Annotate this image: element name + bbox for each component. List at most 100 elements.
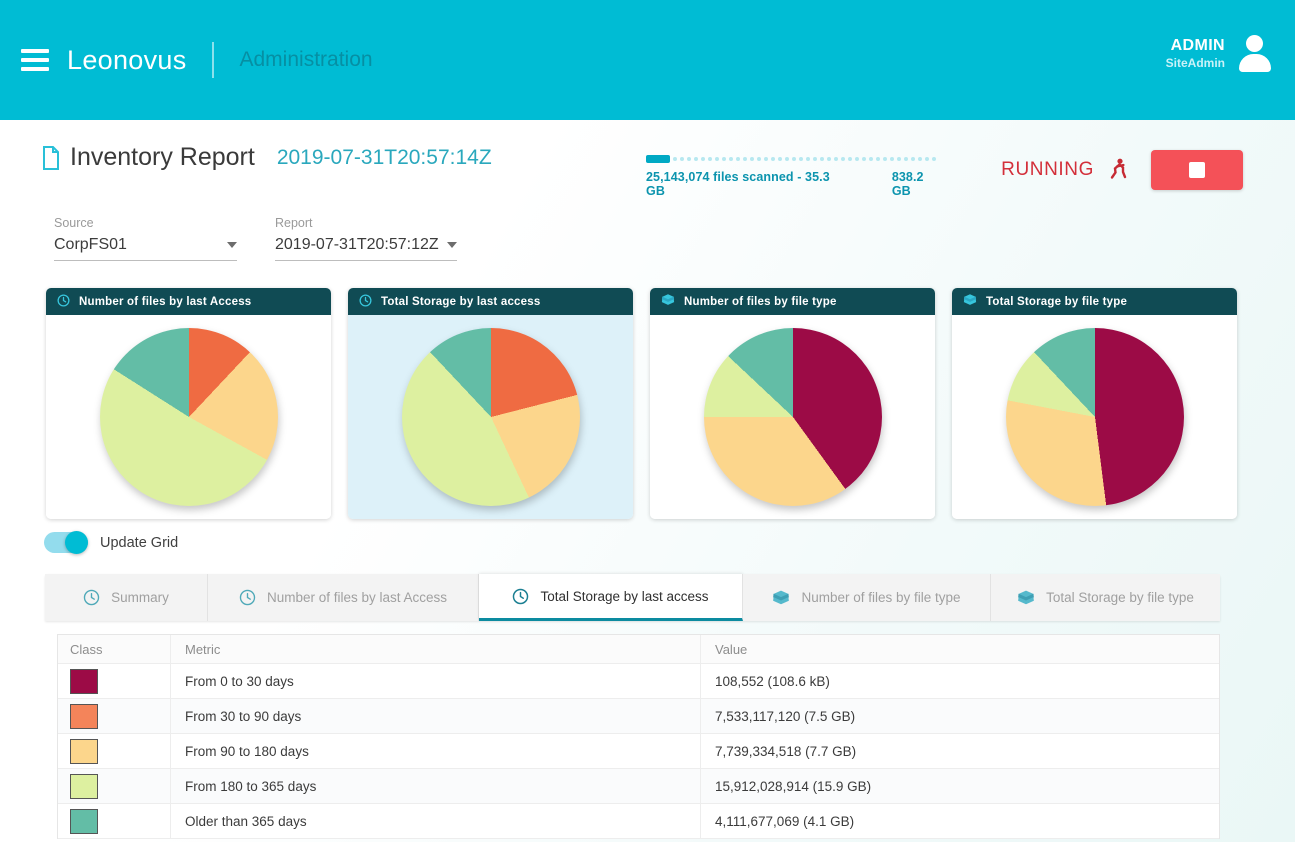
pie-chart-2 [401,328,580,506]
tab-label: Number of files by file type [801,590,961,605]
update-grid-toggle[interactable] [44,531,88,554]
report-select[interactable]: Report 2019-07-31T20:57:12Z [275,216,457,261]
layers-icon [963,293,977,310]
column-header-value: Value [700,635,1219,663]
source-value: CorpFS01 [54,236,127,253]
value-cell: 7,739,334,518 (7.7 GB) [700,734,1219,768]
tab-label: Total Storage by file type [1046,590,1194,605]
chart-card-files-by-last-access[interactable]: Number of files by last Access [46,288,331,519]
chart-card-body [650,315,935,519]
tab-storage-by-file-type[interactable]: Total Storage by file type [991,574,1220,621]
header-divider [211,42,214,78]
source-select[interactable]: Source CorpFS01 [54,216,237,261]
metric-cell: From 0 to 30 days [170,664,700,698]
chart-card-storage-by-file-type[interactable]: Total Storage by file type [952,288,1237,519]
report-label: Report [275,216,313,230]
value-cell: 7,533,117,120 (7.5 GB) [700,699,1219,733]
stop-button[interactable] [1151,150,1243,190]
value-cell: 108,552 (108.6 kB) [700,664,1219,698]
section-title: Administration [239,48,373,71]
chart-card-storage-by-last-access[interactable]: Total Storage by last access [348,288,633,519]
tab-storage-by-last-access[interactable]: Total Storage by last access [479,574,743,621]
class-color-swatch [70,668,98,694]
chart-card-title: Number of files by last Access [79,295,252,308]
layers-icon [1017,589,1035,607]
chart-card-title: Total Storage by last access [381,295,541,308]
brand-logo[interactable]: Leonovus [67,45,187,76]
class-color-swatch [70,703,98,729]
metric-cell: From 90 to 180 days [170,734,700,768]
update-grid-label: Update Grid [100,534,179,551]
tab-label: Total Storage by last access [540,588,709,604]
column-header-class: Class [70,641,103,657]
report-timestamp: 2019-07-31T20:57:14Z [276,145,492,169]
tab-label: Summary [111,590,169,605]
chart-card-header: Number of files by last Access [46,288,331,315]
files-scanned-label: 25,143,074 files scanned - 35.3 GB [646,170,830,198]
running-person-icon [1108,158,1128,182]
chart-card-header: Number of files by file type [650,288,935,315]
table-row[interactable]: From 180 to 365 days 15,912,028,914 (15.… [58,769,1219,804]
chart-card-body [348,315,633,519]
user-name: ADMIN [1170,36,1225,54]
status-badge: RUNNING [1001,159,1094,180]
metric-cell: Older than 365 days [170,804,700,838]
metric-cell: From 180 to 365 days [170,769,700,803]
app-header: Leonovus Administration ADMIN SiteAdmin [0,0,1295,120]
class-color-swatch [70,808,98,834]
document-icon [42,145,60,170]
filter-bar: Source CorpFS01 Report 2019-07-31T20:57:… [54,216,457,261]
user-avatar-icon[interactable] [1237,34,1273,72]
user-menu[interactable]: ADMIN SiteAdmin [1166,34,1273,72]
toggle-knob [65,531,88,554]
metric-cell: From 30 to 90 days [170,699,700,733]
table-row[interactable]: From 30 to 90 days 7,533,117,120 (7.5 GB… [58,699,1219,734]
class-cell [58,738,170,764]
chart-card-title: Number of files by file type [684,295,837,308]
user-text: ADMIN SiteAdmin [1166,36,1225,71]
tab-files-by-last-access[interactable]: Number of files by last Access [208,574,479,621]
class-cell [58,668,170,694]
scan-progress: 25,143,074 files scanned - 35.3 GB 838.2… [646,155,946,198]
stop-square-icon [1189,162,1205,178]
class-cell [58,703,170,729]
tab-summary[interactable]: Summary [45,574,208,621]
tab-files-by-file-type[interactable]: Number of files by file type [743,574,991,621]
chevron-down-icon[interactable] [227,242,237,248]
table-row[interactable]: From 0 to 30 days 108,552 (108.6 kB) [58,664,1219,699]
pie-chart-1 [99,328,278,506]
class-cell [58,808,170,834]
table-row[interactable]: From 90 to 180 days 7,739,334,518 (7.7 G… [58,734,1219,769]
clock-icon [57,293,70,310]
report-header: Inventory Report 2019-07-31T20:57:14Z [42,143,492,172]
table-header-row: Class Metric Value [58,635,1219,664]
metrics-table: Class Metric Value From 0 to 30 days 108… [57,634,1220,839]
chart-card-files-by-file-type[interactable]: Number of files by file type [650,288,935,519]
chevron-down-icon[interactable] [447,242,457,248]
run-status: RUNNING [1001,150,1243,190]
chart-card-header: Total Storage by file type [952,288,1237,315]
update-grid-row: Update Grid [44,531,179,554]
page-title: Inventory Report [70,143,255,171]
scan-labels: 25,143,074 files scanned - 35.3 GB 838.2… [646,170,946,198]
clock-icon [239,589,256,606]
chart-card-title: Total Storage by file type [986,295,1128,308]
progress-bar-fill [646,155,670,163]
chart-card-list: Number of files by last Access Total Sto… [46,288,1237,519]
table-row[interactable]: Older than 365 days 4,111,677,069 (4.1 G… [58,804,1219,839]
class-color-swatch [70,773,98,799]
class-cell [58,773,170,799]
value-cell: 15,912,028,914 (15.9 GB) [700,769,1219,803]
report-value: 2019-07-31T20:57:12Z [275,236,439,253]
user-role: SiteAdmin [1165,55,1225,70]
page-root: Leonovus Administration ADMIN SiteAdmin … [0,0,1295,842]
hamburger-icon[interactable] [21,49,49,71]
clock-icon [83,589,100,606]
clock-icon [359,293,372,310]
pie-chart-3 [703,328,882,506]
tab-label: Number of files by last Access [266,590,448,605]
source-label: Source [54,216,94,230]
pie-chart-4 [1005,328,1184,506]
tab-bar: Summary Number of files by last Access T… [45,574,1220,621]
class-color-swatch [70,738,98,764]
